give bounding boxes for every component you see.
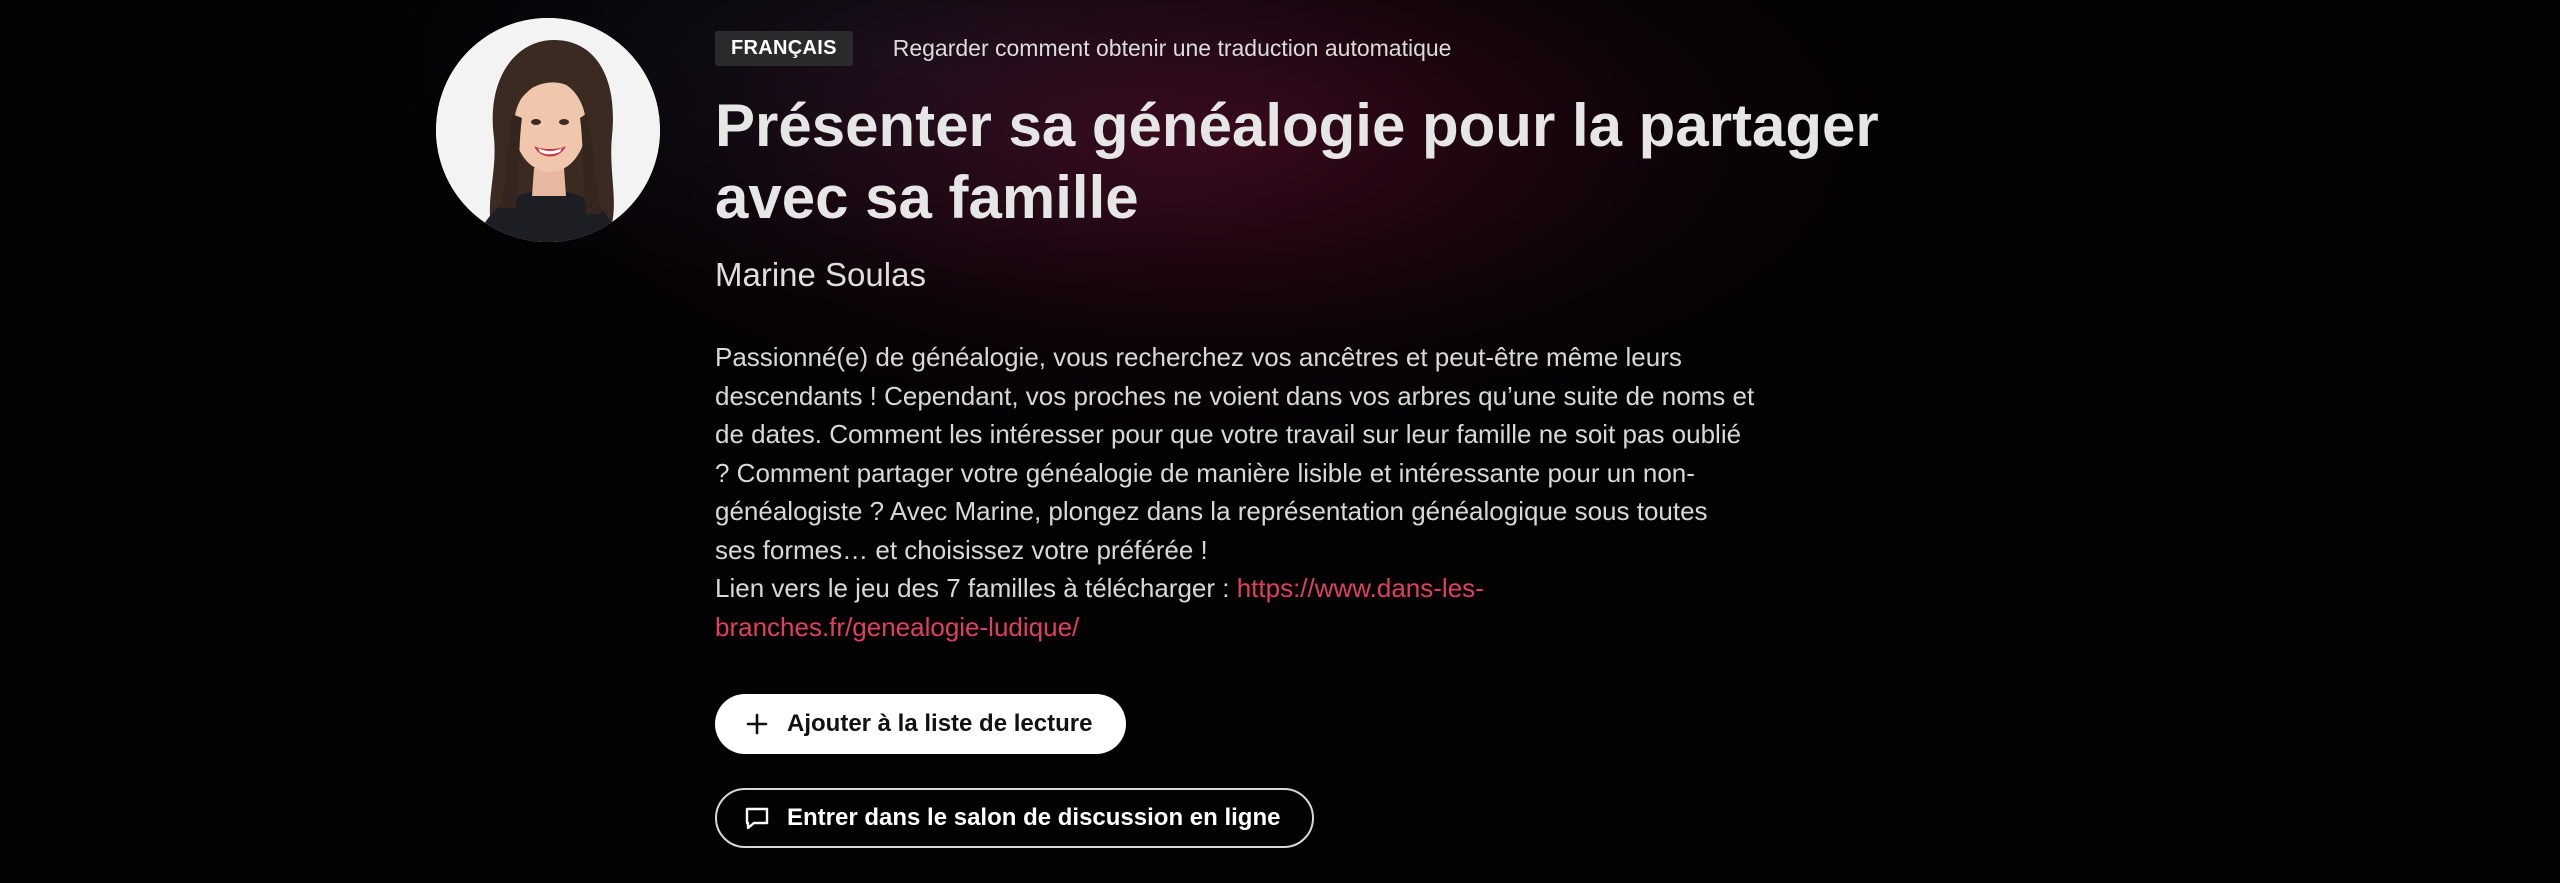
- plus-icon: [743, 710, 771, 738]
- translation-link[interactable]: Regarder comment obtenir une traduction …: [893, 35, 1452, 62]
- download-label: Lien vers le jeu des 7 familles à téléch…: [715, 573, 1237, 603]
- download-line: Lien vers le jeu des 7 familles à téléch…: [715, 569, 1755, 646]
- speaker-avatar: [436, 18, 660, 242]
- session-title: Présenter sa généalogie pour la partager…: [715, 92, 1879, 231]
- add-to-reading-list-label: Ajouter à la liste de lecture: [787, 710, 1093, 737]
- session-page: FRANÇAIS Regarder comment obtenir une tr…: [0, 0, 2560, 883]
- enter-chat-room-label: Entrer dans le salon de discussion en li…: [787, 804, 1281, 831]
- speaker-name[interactable]: Marine Soulas: [715, 256, 1975, 294]
- chat-bubble-icon: [743, 804, 771, 832]
- language-badge: FRANÇAIS: [715, 30, 853, 66]
- session-description: Passionné(e) de généalogie, vous recherc…: [715, 338, 1755, 646]
- description-text: Passionné(e) de généalogie, vous recherc…: [715, 342, 1755, 565]
- enter-chat-room-button[interactable]: Entrer dans le salon de discussion en li…: [715, 788, 1315, 848]
- add-to-reading-list-button[interactable]: Ajouter à la liste de lecture: [715, 694, 1127, 754]
- speaker-photo: [436, 18, 660, 242]
- session-details: FRANÇAIS Regarder comment obtenir une tr…: [715, 30, 1975, 848]
- language-row: FRANÇAIS Regarder comment obtenir une tr…: [715, 30, 1975, 66]
